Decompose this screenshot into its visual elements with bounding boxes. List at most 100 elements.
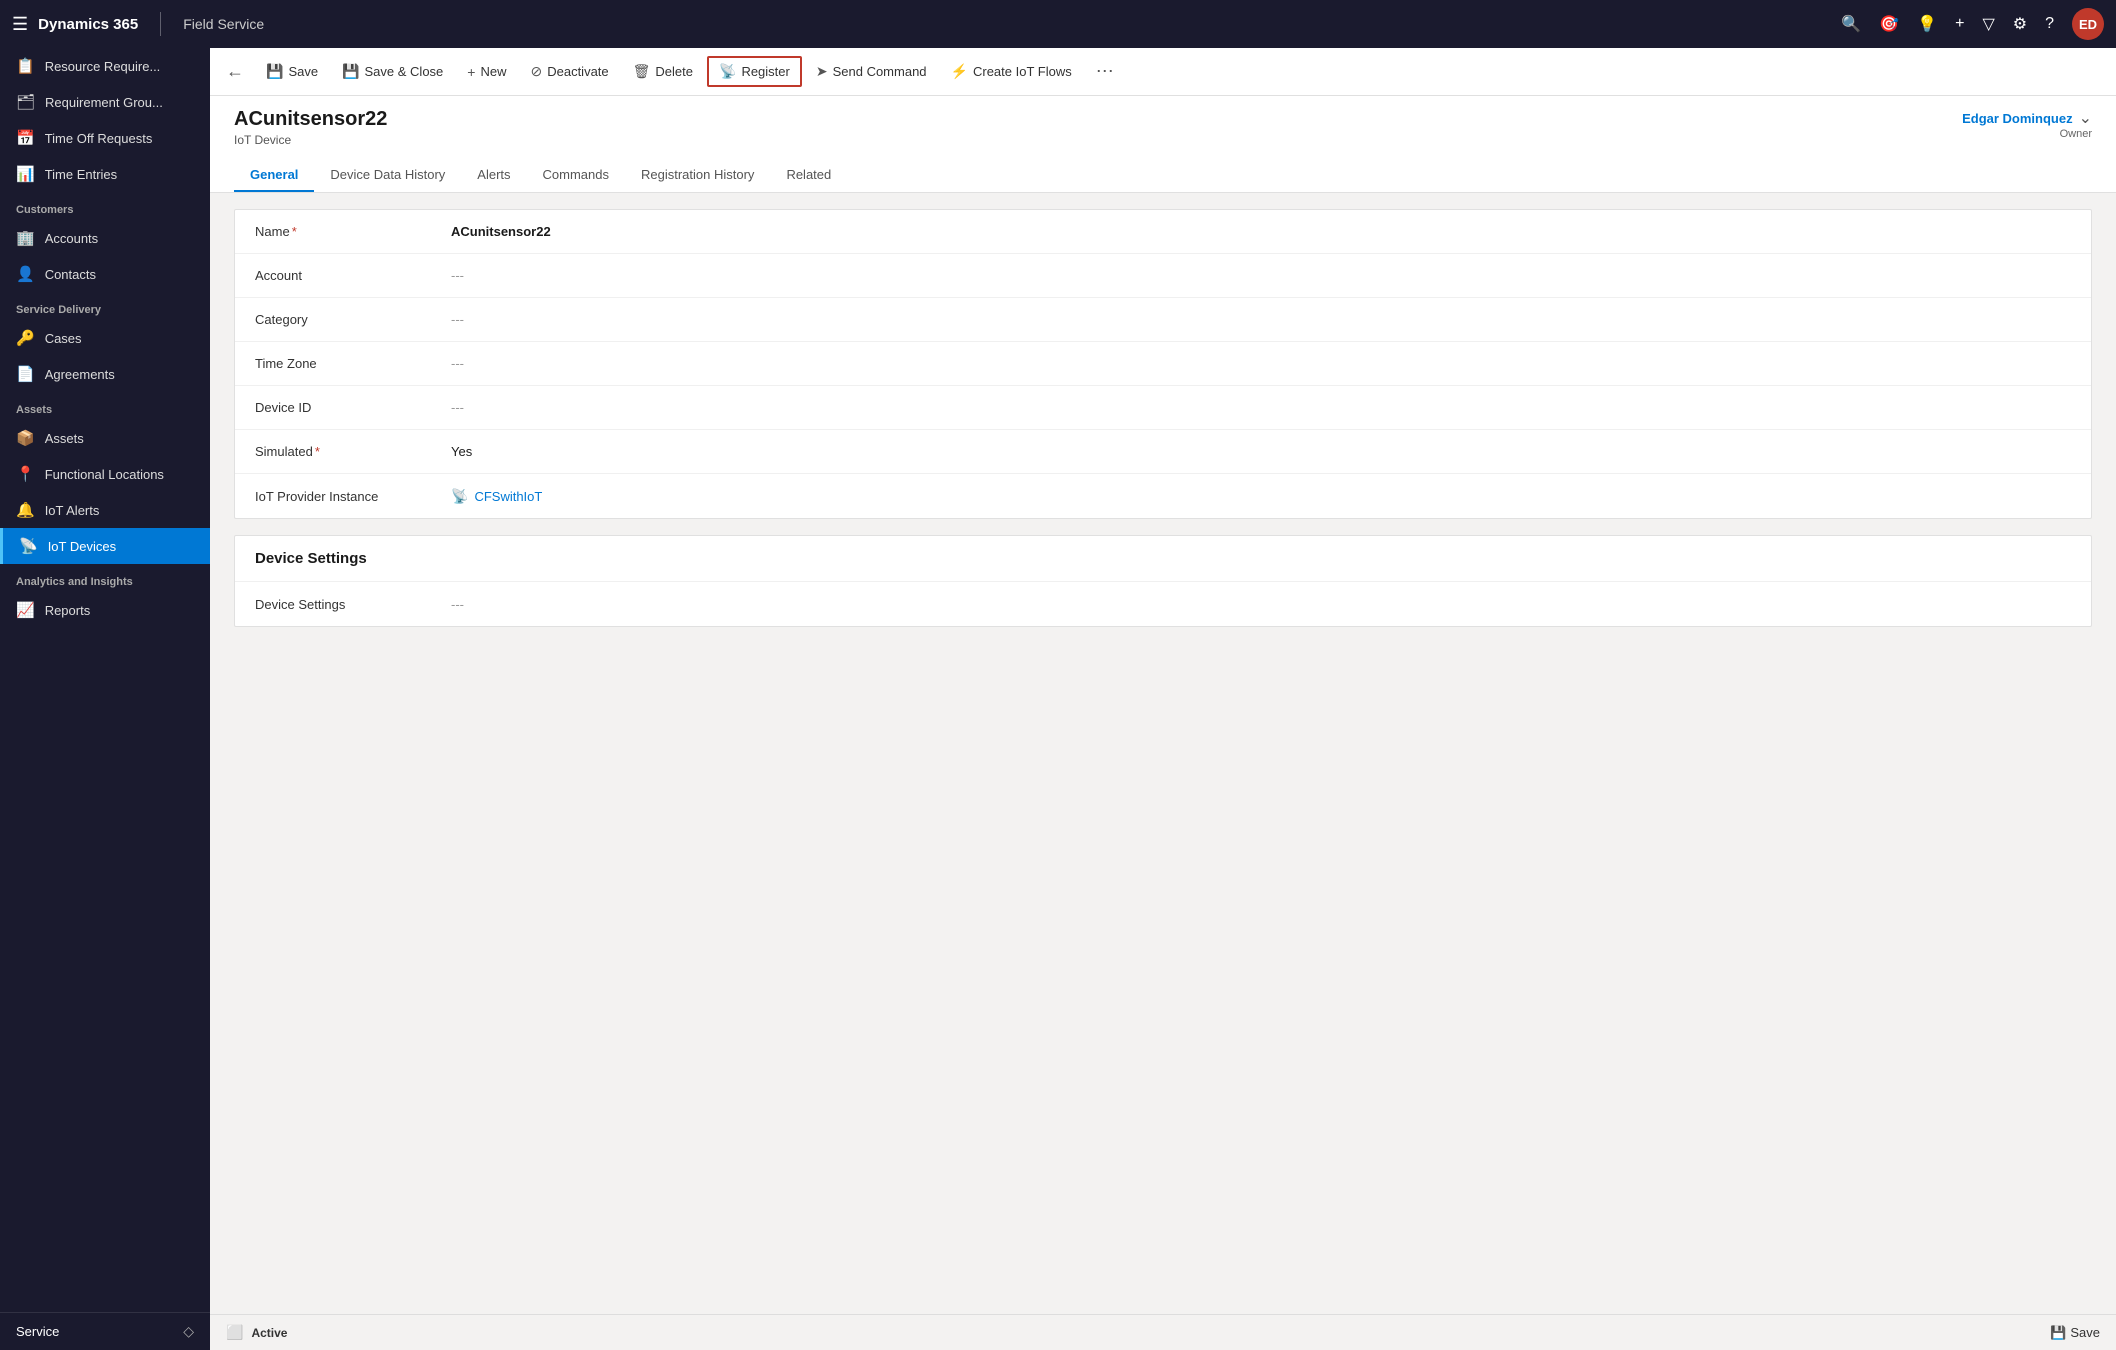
field-simulated-label: Simulated*	[235, 434, 435, 469]
chevron-down-icon[interactable]: ⌄	[2079, 108, 2092, 128]
reports-icon: 📈	[16, 601, 35, 619]
save-close-button[interactable]: 💾 Save & Close	[332, 58, 453, 85]
sidebar-item-reports[interactable]: 📈 Reports	[0, 592, 210, 628]
device-settings-title: Device Settings	[235, 536, 2091, 582]
create-iot-flows-button[interactable]: ⚡ Create IoT Flows	[941, 58, 1082, 85]
filter-icon[interactable]: ▽	[1982, 14, 1994, 34]
tab-commands[interactable]: Commands	[527, 159, 625, 192]
sidebar-item-functional-locations[interactable]: 📍 Functional Locations	[0, 456, 210, 492]
section-label-customers: Customers	[0, 192, 210, 220]
field-simulated-value[interactable]: Yes	[435, 434, 2091, 469]
sidebar-label-contacts: Contacts	[45, 267, 96, 282]
field-name: Name* ACunitsensor22	[235, 210, 2091, 254]
simulated-required-asterisk: *	[315, 444, 320, 459]
deactivate-icon: ⊘	[530, 63, 542, 80]
status-save-button[interactable]: 💾 Save	[2050, 1325, 2100, 1341]
tab-related[interactable]: Related	[770, 159, 847, 192]
record-owner-area: Edgar Dominquez ⌄ Owner	[1962, 108, 2092, 140]
back-button[interactable]: ←	[226, 61, 244, 82]
field-iot-provider-value[interactable]: 📡 CFSwithIoT	[435, 478, 2091, 515]
owner-row: Edgar Dominquez ⌄	[1962, 108, 2092, 128]
sidebar-item-agreements[interactable]: 📄 Agreements	[0, 356, 210, 392]
status-bar: ⬜ Active 💾 Save	[210, 1314, 2116, 1350]
field-timezone-value[interactable]: ---	[435, 346, 2091, 381]
field-category-value[interactable]: ---	[435, 302, 2091, 337]
search-icon[interactable]: 🔍	[1841, 14, 1861, 34]
new-label: New	[480, 64, 506, 79]
tab-alerts[interactable]: Alerts	[461, 159, 526, 192]
field-category-label: Category	[235, 302, 435, 337]
time-entries-icon: 📊	[16, 165, 35, 183]
delete-icon: 🗑	[633, 63, 651, 80]
owner-name[interactable]: Edgar Dominquez	[1962, 111, 2073, 126]
iot-devices-icon: 📡	[19, 537, 38, 555]
save-button[interactable]: 💾 Save	[256, 58, 328, 85]
sidebar-item-accounts[interactable]: 🏢 Accounts	[0, 220, 210, 256]
add-icon[interactable]: +	[1955, 15, 1964, 33]
required-asterisk: *	[292, 224, 297, 239]
requirement-group-icon: 🗂	[16, 93, 35, 111]
field-iot-provider-label: IoT Provider Instance	[235, 479, 435, 514]
avatar[interactable]: ED	[2072, 8, 2104, 40]
content-area: ← 💾 Save 💾 Save & Close + New ⊘ Deactiva…	[210, 48, 2116, 1350]
top-navigation: ☰ Dynamics 365 Field Service 🔍 🎯 💡 + ▽ ⚙…	[0, 0, 2116, 48]
new-button[interactable]: + New	[457, 59, 516, 85]
settings-icon[interactable]: ⚙	[2013, 14, 2027, 34]
time-off-icon: 📅	[16, 129, 35, 147]
sidebar-bottom-icon: ◇	[183, 1323, 194, 1340]
cases-icon: 🔑	[16, 329, 35, 347]
field-name-value[interactable]: ACunitsensor22	[435, 214, 2091, 249]
field-account: Account ---	[235, 254, 2091, 298]
sidebar-item-time-off[interactable]: 📅 Time Off Requests	[0, 120, 210, 156]
section-label-analytics: Analytics and Insights	[0, 564, 210, 592]
sidebar-label-time-entries: Time Entries	[45, 167, 117, 182]
app-name: Field Service	[183, 16, 264, 32]
home-icon[interactable]: 🎯	[1879, 14, 1899, 34]
sidebar-bottom-label: Service	[16, 1324, 59, 1339]
field-device-id-label: Device ID	[235, 390, 435, 425]
help-icon[interactable]: ?	[2045, 15, 2054, 33]
iot-provider-icon: 📡	[451, 488, 468, 505]
sidebar-item-cases[interactable]: 🔑 Cases	[0, 320, 210, 356]
tab-registration-history[interactable]: Registration History	[625, 159, 770, 192]
sidebar-label-agreements: Agreements	[45, 367, 115, 382]
iot-alerts-icon: 🔔	[16, 501, 35, 519]
ideas-icon[interactable]: 💡	[1917, 14, 1937, 34]
sidebar-item-iot-alerts[interactable]: 🔔 IoT Alerts	[0, 492, 210, 528]
expand-icon[interactable]: ⬜	[226, 1324, 243, 1341]
delete-button[interactable]: 🗑 Delete	[623, 58, 703, 85]
send-command-button[interactable]: ➤ Send Command	[806, 58, 937, 85]
more-options-button[interactable]: ⋯	[1090, 57, 1120, 86]
send-command-icon: ➤	[816, 63, 828, 80]
register-button[interactable]: 📡 Register	[707, 56, 802, 87]
field-device-id: Device ID ---	[235, 386, 2091, 430]
deactivate-button[interactable]: ⊘ Deactivate	[520, 58, 618, 85]
sidebar-item-requirement-group[interactable]: 🗂 Requirement Grou...	[0, 84, 210, 120]
sidebar-item-iot-devices[interactable]: 📡 IoT Devices	[0, 528, 210, 564]
send-command-label: Send Command	[833, 64, 927, 79]
save-close-label: Save & Close	[365, 64, 444, 79]
sidebar-label-iot-alerts: IoT Alerts	[45, 503, 100, 518]
field-account-value[interactable]: ---	[435, 258, 2091, 293]
sidebar-bottom[interactable]: Service ◇	[0, 1312, 210, 1350]
sidebar-label-time-off: Time Off Requests	[45, 131, 153, 146]
owner-label: Owner	[1962, 128, 2092, 140]
tab-bar: General Device Data History Alerts Comma…	[234, 159, 2092, 192]
sidebar-item-assets[interactable]: 📦 Assets	[0, 420, 210, 456]
create-iot-flows-label: Create IoT Flows	[973, 64, 1072, 79]
record-title: ACunitsensor22	[234, 108, 387, 131]
field-device-id-value[interactable]: ---	[435, 390, 2091, 425]
nav-icons-group: 🔍 🎯 💡 + ▽ ⚙ ? ED	[1841, 8, 2104, 40]
sidebar-item-time-entries[interactable]: 📊 Time Entries	[0, 156, 210, 192]
hamburger-icon[interactable]: ☰	[12, 14, 28, 35]
register-label: Register	[741, 64, 789, 79]
tab-device-data-history[interactable]: Device Data History	[314, 159, 461, 192]
sidebar-item-contacts[interactable]: 👤 Contacts	[0, 256, 210, 292]
record-subtitle: IoT Device	[234, 133, 387, 147]
sidebar-item-resource-req[interactable]: 📋 Resource Require...	[0, 48, 210, 84]
field-device-settings-value[interactable]: ---	[435, 587, 2091, 622]
sidebar: 📋 Resource Require... 🗂 Requirement Grou…	[0, 48, 210, 1350]
tab-general[interactable]: General	[234, 159, 314, 192]
status-left: ⬜ Active	[226, 1324, 287, 1341]
field-iot-provider: IoT Provider Instance 📡 CFSwithIoT	[235, 474, 2091, 518]
